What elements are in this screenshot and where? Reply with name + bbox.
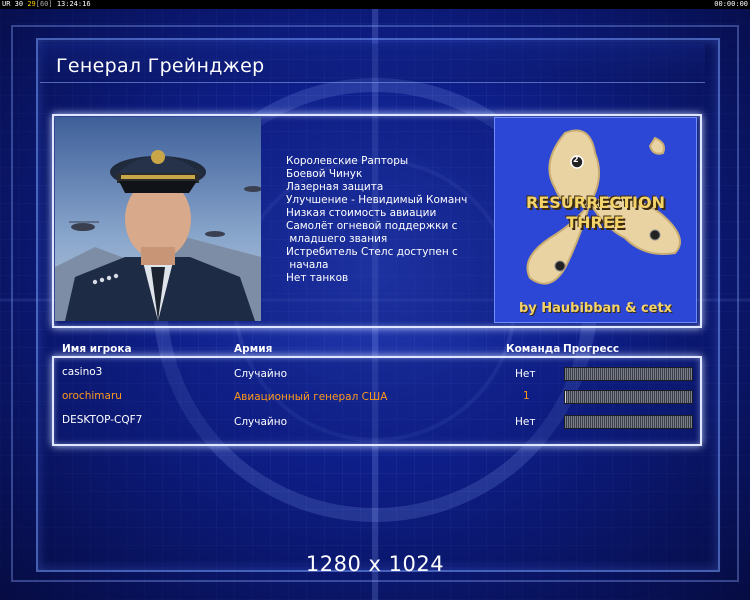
status-value: 30	[14, 0, 24, 8]
feature-item: Королевские Рапторы	[286, 155, 409, 167]
column-header-team: Команда	[506, 343, 561, 355]
resolution-label: 1280 x 1024	[305, 552, 445, 576]
player-name: casino3	[62, 366, 103, 378]
player-row: casino3 Случайно Нет	[0, 366, 750, 386]
player-row-highlighted: orochimaru Авиационный генерал США 1	[0, 390, 750, 410]
feature-item: Низкая стоимость авиации	[286, 207, 437, 219]
clock: 13:24:16	[56, 0, 91, 8]
general-features-list: Королевские Рапторы Боевой Чинук Лазерна…	[286, 155, 491, 285]
player-team: Нет	[515, 368, 536, 380]
feature-item: Улучшение - Невидимый Команч	[286, 194, 468, 206]
feature-item: Лазерная защита	[286, 181, 384, 193]
map-title-line2: THREE	[566, 213, 625, 232]
map-spawn-label: 2	[573, 155, 579, 164]
map-title-line1: RESURRECTION	[526, 193, 665, 212]
player-name: orochimaru	[62, 390, 122, 402]
loading-progress-bar	[564, 415, 693, 429]
map-preview: 2 RESURRECTION THREE by Haubibban & cetx	[494, 117, 697, 323]
right-clock: 00:00:00	[714, 0, 748, 8]
general-portrait	[55, 117, 261, 321]
loading-progress-bar	[564, 390, 693, 404]
player-team: 1	[523, 390, 530, 402]
player-army: Случайно	[234, 368, 288, 380]
column-header-player: Имя игрока	[62, 343, 132, 355]
loading-progress-bar	[564, 367, 693, 381]
status-prefix: UR	[2, 0, 11, 8]
progress-fill	[565, 391, 567, 403]
fps-counter: 29	[27, 0, 36, 8]
player-army: Случайно	[234, 416, 288, 428]
general-name-title: Генерал Грейнджер	[56, 55, 265, 77]
map-credits: by Haubibban & cetx	[518, 301, 673, 316]
column-header-progress: Прогресс	[563, 343, 620, 355]
column-header-army: Армия	[234, 343, 273, 355]
feature-item: Самолёт огневой поддержки с младшего зва…	[286, 220, 458, 245]
player-row: DESKTOP-CQF7 Случайно Нет	[0, 414, 750, 434]
feature-item: Боевой Чинук	[286, 168, 363, 180]
player-team: Нет	[515, 416, 536, 428]
fps-cap: [60]	[35, 0, 53, 8]
debug-status-bar: UR 30 29[60] 13:24:16 00:00:00	[0, 0, 750, 9]
feature-item: Истребитель Стелс доступен с начала	[286, 246, 458, 271]
player-army: Авиационный генерал США	[234, 391, 388, 403]
player-name: DESKTOP-CQF7	[62, 414, 143, 426]
feature-item: Нет танков	[286, 272, 349, 284]
